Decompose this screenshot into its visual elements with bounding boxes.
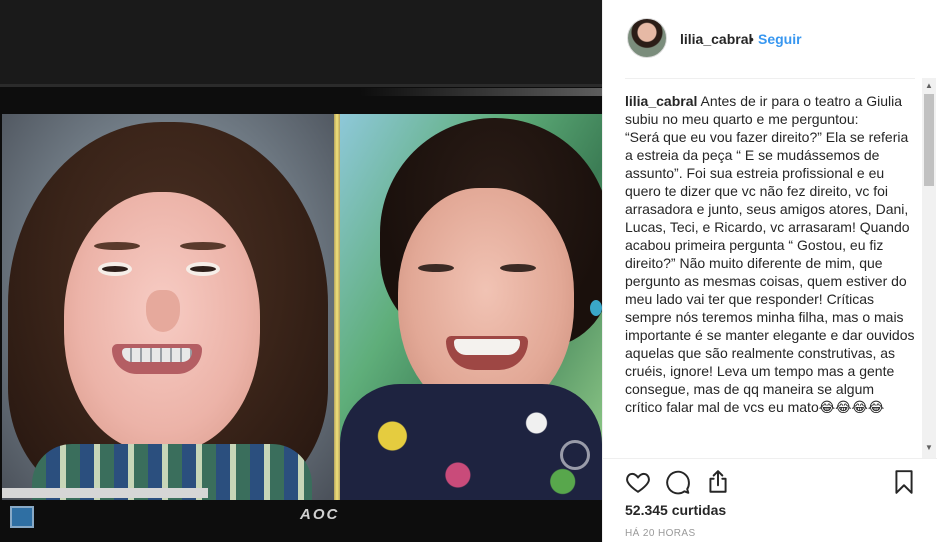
scroll-down-arrow-icon[interactable]: ▼ bbox=[922, 442, 936, 454]
monitor-start-button-icon bbox=[10, 506, 34, 528]
scroll-thumb[interactable] bbox=[924, 94, 934, 186]
woman-eye-right bbox=[500, 264, 536, 272]
woman-face bbox=[398, 188, 574, 416]
girl-brow-right bbox=[180, 242, 226, 250]
bookmark-icon[interactable] bbox=[891, 469, 917, 495]
post-header: lilia_cabral • Seguir bbox=[603, 0, 937, 78]
caption-author[interactable]: lilia_cabral bbox=[625, 93, 697, 109]
caption: lilia_cabral Antes de ir para o teatro a… bbox=[625, 92, 915, 416]
caption-text: Antes de ir para o teatro a Giulia subiu… bbox=[625, 93, 915, 415]
girl-eye-left bbox=[98, 262, 132, 276]
tv-channel-logo-icon bbox=[560, 440, 590, 470]
woman-earring bbox=[590, 300, 602, 316]
like-count[interactable]: 52.345 curtidas bbox=[625, 502, 726, 518]
monitor-brand: AOC bbox=[300, 506, 340, 523]
comment-icon[interactable] bbox=[665, 469, 691, 495]
girl-eye-right bbox=[186, 262, 220, 276]
comments-area[interactable]: lilia_cabral Antes de ir para o teatro a… bbox=[625, 92, 915, 458]
header-divider bbox=[625, 78, 915, 79]
woman-eye-left bbox=[418, 264, 454, 272]
header-separator: • bbox=[749, 31, 754, 47]
girl-brow-left bbox=[94, 242, 140, 250]
photo-girl bbox=[2, 114, 334, 500]
woman-teeth bbox=[454, 339, 520, 355]
photo-woman bbox=[340, 114, 602, 500]
post-timestamp[interactable]: HÁ 20 HORAS bbox=[625, 528, 696, 539]
woman-dress bbox=[340, 384, 602, 500]
heart-icon[interactable] bbox=[625, 469, 651, 495]
background-wall bbox=[0, 0, 602, 86]
follow-button[interactable]: Seguir bbox=[758, 31, 802, 47]
bezel-glare bbox=[360, 88, 602, 96]
screen-taskbar-strip bbox=[2, 488, 208, 498]
scroll-up-arrow-icon[interactable]: ▲ bbox=[922, 80, 936, 92]
avatar[interactable] bbox=[627, 18, 667, 58]
monitor-screen bbox=[2, 114, 602, 500]
comments-scrollbar[interactable]: ▲ ▼ bbox=[922, 78, 936, 458]
post-actions: 52.345 curtidas HÁ 20 HORAS bbox=[603, 458, 937, 542]
girl-braces bbox=[122, 348, 192, 362]
post-sidebar: lilia_cabral • Seguir lilia_cabral Antes… bbox=[602, 0, 937, 542]
header-username[interactable]: lilia_cabral bbox=[680, 31, 752, 47]
share-icon[interactable] bbox=[705, 469, 731, 495]
girl-nose bbox=[146, 290, 180, 332]
post-image[interactable]: AOC bbox=[0, 0, 602, 542]
